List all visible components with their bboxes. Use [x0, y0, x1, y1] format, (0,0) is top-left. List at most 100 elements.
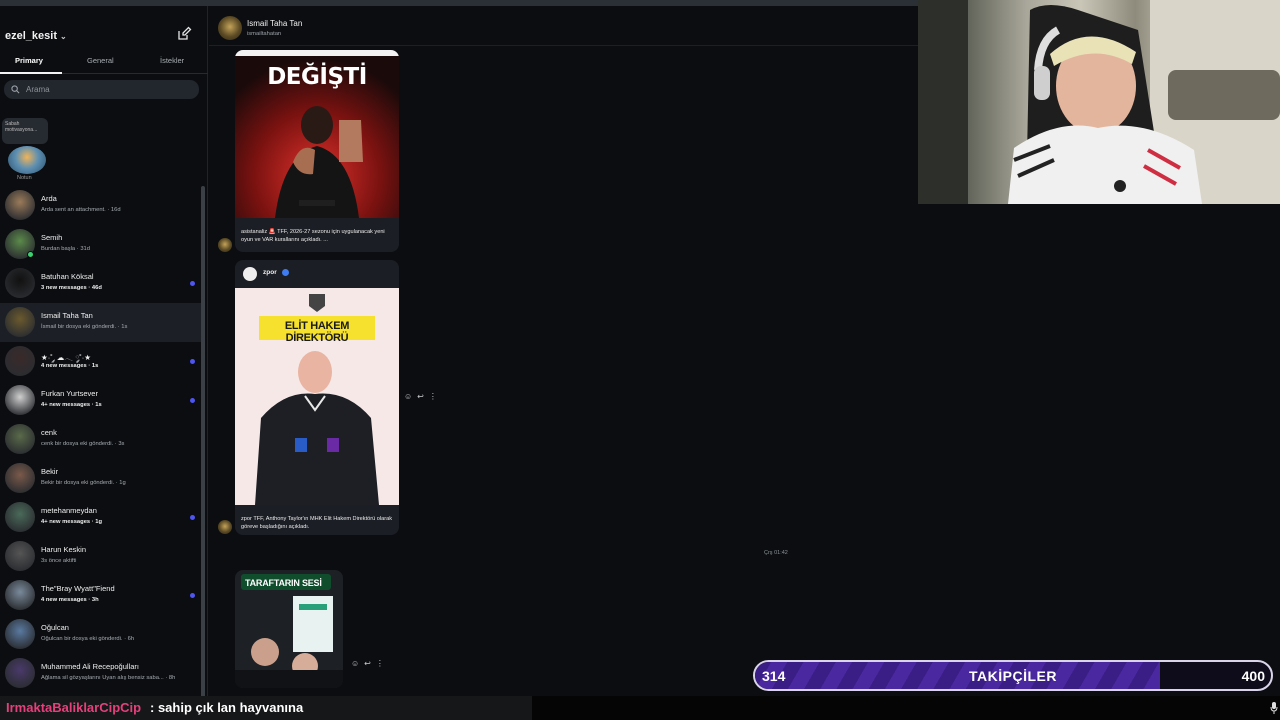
- follower-goal-bar: 314 TAKİPÇİLER 400: [753, 660, 1273, 691]
- online-indicator: [27, 251, 34, 258]
- chat-preview: 4+ new messages · 1s: [41, 402, 102, 408]
- tab-general[interactable]: General: [87, 56, 114, 65]
- tab-requests[interactable]: İstekler: [160, 56, 184, 65]
- inbox-tabs: Primary General İstekler: [0, 52, 208, 74]
- zpor-avatar: [243, 267, 257, 281]
- note-bubble[interactable]: Sabah motivasyona...: [2, 118, 48, 144]
- microphone-icon: [1270, 702, 1278, 714]
- chat-avatar: [5, 658, 35, 688]
- chat-preview: 4+ new messages · 1g: [41, 519, 103, 525]
- conversation-pane: Ismail Taha Tan ismailtahatan DEĞİŞTİ as…: [209, 6, 918, 696]
- conversation-header[interactable]: Ismail Taha Tan ismailtahatan: [209, 6, 918, 46]
- chat-list-item[interactable]: Arda Arda sent an attachment. · 16d: [0, 186, 204, 225]
- sidebar-scrollbar[interactable]: [201, 186, 205, 706]
- chat-avatar: [5, 385, 35, 415]
- chat-name: Harun Keskin: [41, 545, 87, 554]
- search-icon: [11, 85, 20, 94]
- chat-name: cenk: [41, 428, 57, 437]
- chat-list-item[interactable]: Ismail Taha Tan İsmail bir dosya eki gönd…: [0, 303, 204, 342]
- chat-name: Furkan Yurtsever: [41, 389, 98, 398]
- chat-preview: Arda sent an attachment. · 16d: [41, 207, 121, 213]
- chat-list-item[interactable]: Muhammed Ali Recepoğulları Ağlama sil göz…: [0, 654, 204, 693]
- chat-list-item[interactable]: ★·˚ ༘ ☁︎𓂃 ༘˚·★ 4 new messages · 1s: [0, 342, 204, 381]
- react-icon[interactable]: ☺: [404, 392, 417, 401]
- webcam-feed: [918, 0, 1280, 204]
- chat-avatar: [5, 580, 35, 610]
- more-icon[interactable]: ⋮: [429, 392, 442, 401]
- account-switcher[interactable]: ezel_kesit ⌄: [5, 30, 67, 42]
- chat-preview: Bekir bir dosya eki gönderdi. · 1g: [41, 480, 126, 486]
- unread-dot: [190, 359, 195, 364]
- shared-post-1[interactable]: DEĞİŞTİ asistanaliz 🚨 TFF, 2026-27 sezon…: [235, 50, 399, 252]
- chat-list-item[interactable]: The"Bray Wyatt"Fiend 4 new messages · 3h: [0, 576, 204, 615]
- shared-post-2[interactable]: zpor ELİT HAKEM DİREKTÖRÜ zpor TFF, Anth…: [235, 260, 399, 535]
- chat-avatar: [5, 424, 35, 454]
- stream-chat-ticker: IrmaktaBaliklarCipCip : sahip çık lan ha…: [0, 696, 1280, 720]
- sender-avatar: [218, 238, 232, 252]
- chat-list-item[interactable]: Oğulcan Oğulcan bir dosya eki gönderdi. ·…: [0, 615, 204, 654]
- message-actions: ☺↩⋮: [404, 392, 442, 401]
- chat-avatar: [5, 541, 35, 571]
- chevron-down-icon: ⌄: [59, 32, 67, 41]
- tab-primary[interactable]: Primary: [15, 56, 43, 65]
- chat-list-item[interactable]: Semih Burdan başla · 31d: [0, 225, 204, 264]
- reply-icon[interactable]: ↩: [417, 392, 429, 401]
- chat-list-item[interactable]: Harun Keskin 3s önce aktifti: [0, 537, 204, 576]
- chat-name: metehanmeydan: [41, 506, 97, 515]
- unread-dot: [190, 515, 195, 520]
- post-2-banner: ELİT HAKEM DİREKTÖRÜ: [284, 320, 350, 344]
- chat-preview: Ağlama sil gözyaşlarını Uyan alış bensiz…: [41, 675, 176, 681]
- react-icon[interactable]: ☺: [351, 659, 364, 668]
- contact-username: ismailtahatan: [247, 31, 282, 37]
- chat-name: Batuhan Köksal: [41, 272, 94, 281]
- chat-list-item[interactable]: metehanmeydan 4+ new messages · 1g: [0, 498, 204, 537]
- chat-list-item[interactable]: cenk cenk bir dosya eki gönderdi. · 3s: [0, 420, 204, 459]
- search-placeholder: Arama: [26, 85, 50, 94]
- compose-icon[interactable]: [176, 26, 192, 42]
- search-input[interactable]: Arama: [4, 80, 199, 99]
- sidebar: ezel_kesit ⌄ Primary General İstekler Ara…: [0, 6, 208, 706]
- chat-preview: Burdan başla · 31d: [41, 246, 90, 252]
- chat-avatar: [5, 619, 35, 649]
- unread-dot: [190, 281, 195, 286]
- chat-name: Ismail Taha Tan: [41, 311, 93, 320]
- chat-list-item[interactable]: Bekir Bekir bir dosya eki gönderdi. · 1g: [0, 459, 204, 498]
- more-icon[interactable]: ⋮: [376, 659, 389, 668]
- follower-goal-label: TAKİPÇİLER: [969, 668, 1057, 684]
- reply-icon[interactable]: ↩: [364, 659, 376, 668]
- chat-preview: cenk bir dosya eki gönderdi. · 3s: [41, 441, 125, 447]
- post-2-header[interactable]: zpor: [235, 260, 399, 288]
- chat-name: Arda: [41, 194, 57, 203]
- shared-post-3[interactable]: TARAFTARIN SESİ: [235, 570, 343, 688]
- chat-name: Muhammed Ali Recepoğulları: [41, 662, 139, 671]
- chat-avatar: [5, 346, 35, 376]
- right-empty-area: [918, 204, 1280, 696]
- message-timestamp: Çrş 01:42: [764, 550, 788, 556]
- post-1-caption: asistanaliz 🚨 TFF, 2026-27 sezonu için u…: [241, 229, 385, 244]
- post-3-banner: TARAFTARIN SESİ: [245, 578, 322, 588]
- webcam-image: [918, 0, 1280, 204]
- active-tab-indicator: [0, 72, 62, 74]
- chat-avatar: [5, 463, 35, 493]
- chat-preview: Oğulcan bir dosya eki gönderdi. · 6h: [41, 636, 135, 642]
- chat-preview: İsmail bir dosya eki gönderdi. · 1s: [41, 324, 128, 330]
- sender-avatar: [218, 520, 232, 534]
- chat-username: IrmaktaBaliklarCipCip: [6, 700, 142, 715]
- chat-list-item[interactable]: Furkan Yurtsever 4+ new messages · 1s: [0, 381, 204, 420]
- chat-preview: 4 new messages · 1s: [41, 363, 99, 369]
- chat-avatar: [5, 190, 35, 220]
- note-avatar[interactable]: [8, 146, 46, 174]
- chat-name: The"Bray Wyatt"Fiend: [41, 584, 115, 593]
- chat-avatar: [5, 268, 35, 298]
- contact-avatar[interactable]: [218, 16, 242, 40]
- chat-avatar: [5, 502, 35, 532]
- chat-name: Semih: [41, 233, 63, 242]
- post-2-caption: zpor TFF, Anthony Taylor'ın MHK Elit Hak…: [241, 516, 393, 531]
- note-label: Notun: [17, 175, 32, 181]
- chat-name: Oğulcan: [41, 623, 69, 632]
- contact-name: Ismail Taha Tan: [247, 19, 303, 28]
- unread-dot: [190, 398, 195, 403]
- chat-list-item[interactable]: Batuhan Köksal 3 new messages · 46d: [0, 264, 204, 303]
- account-name: ezel_kesit: [5, 30, 57, 42]
- message-actions: ☺↩⋮: [351, 659, 389, 668]
